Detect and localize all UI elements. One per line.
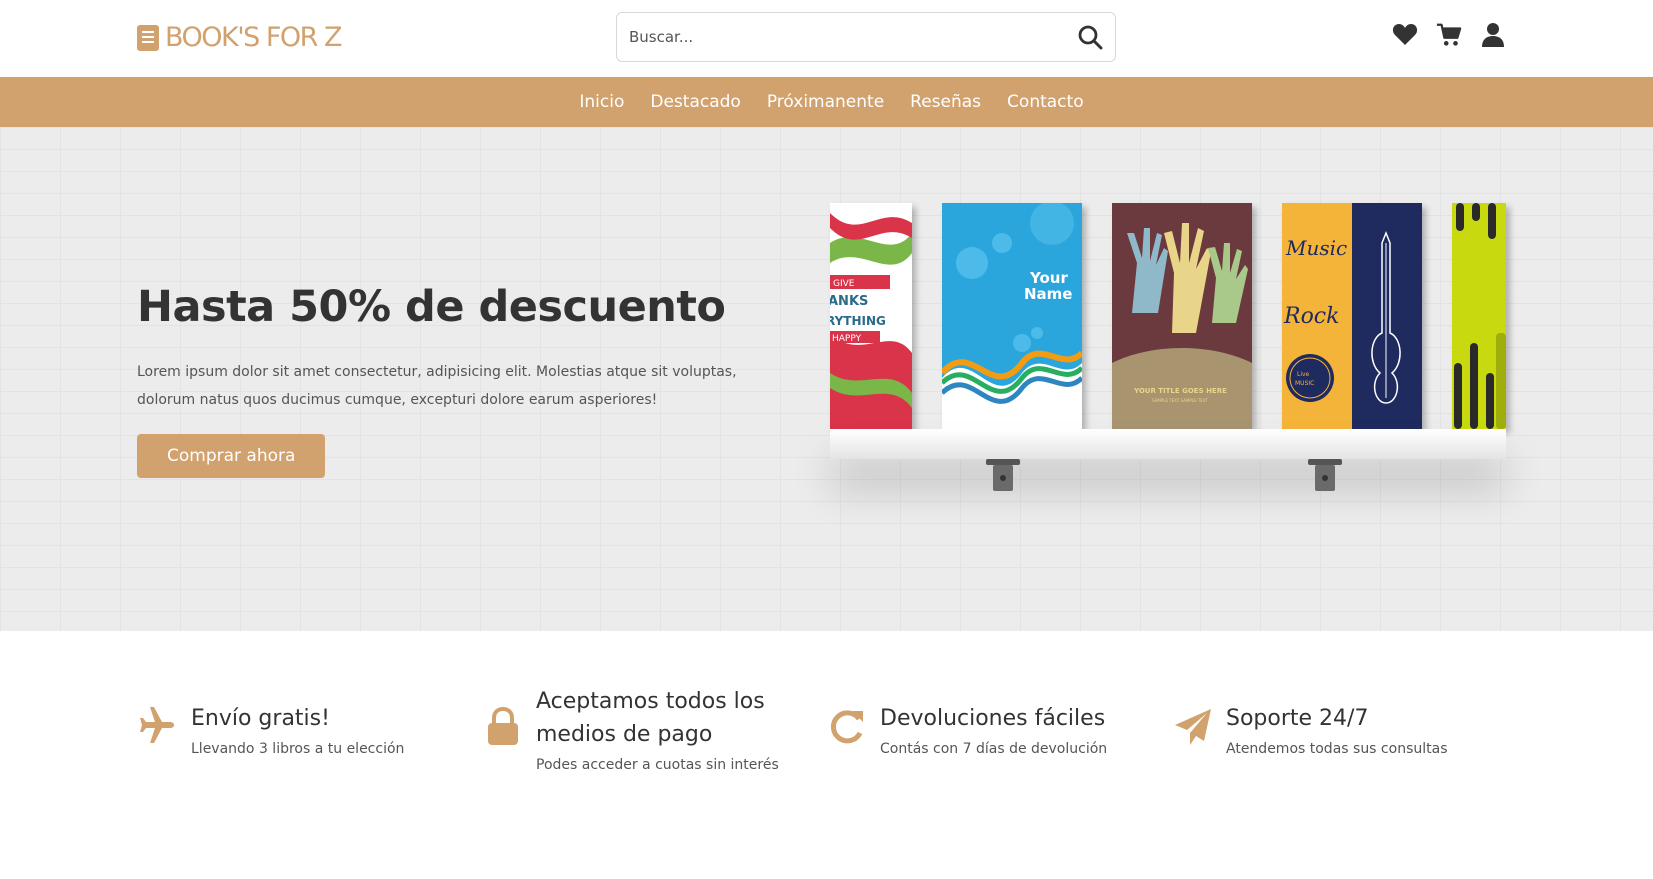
nav-item-resenas[interactable]: Reseñas [910, 92, 981, 112]
feature-text: Devoluciones fáciles Contás con 7 días d… [880, 702, 1107, 757]
feature-payment: Aceptamos todos los medios de pago Podes… [482, 689, 806, 773]
book-cover[interactable]: Music Rock Live MUSIC [1282, 203, 1422, 429]
main-nav: Inicio Destacado Próximanente Reseñas Co… [0, 77, 1653, 127]
svg-text:Name: Name [1024, 285, 1072, 303]
book-icon [137, 24, 159, 51]
hero-description: Lorem ipsum dolor sit amet consectetur, … [137, 364, 737, 408]
nav-item-destacado[interactable]: Destacado [650, 92, 740, 112]
header: BOOK'S FOR Z [0, 0, 1653, 77]
shelf-board [830, 429, 1506, 459]
user-icon[interactable] [1480, 22, 1506, 48]
feature-subtitle: Contás con 7 días de devolución [880, 741, 1108, 757]
plane-icon [137, 707, 179, 747]
hero-title: Hasta 50% de descuento [137, 282, 726, 332]
svg-text:MUSIC: MUSIC [1295, 380, 1314, 387]
feature-title: Aceptamos todos los medios de pago [536, 689, 765, 747]
svg-text:Live: Live [1297, 371, 1310, 378]
hero-content: Hasta 50% de descuento Lorem ipsum dolor… [137, 282, 797, 478]
nav-item-contacto[interactable]: Contacto [1007, 92, 1084, 112]
feature-title: Envío gratis! [191, 706, 330, 731]
header-icons [1392, 22, 1506, 48]
book-shelf: GIVE ANKS RYTHING HAPPY Your Name YOUR T… [830, 203, 1506, 553]
nav-item-proximamente[interactable]: Próximanente [767, 92, 884, 112]
lock-icon [482, 707, 524, 747]
search-icon[interactable] [1065, 13, 1115, 61]
feature-title: Devoluciones fáciles [880, 706, 1106, 731]
svg-text:YOUR TITLE GOES HERE: YOUR TITLE GOES HERE [1133, 387, 1227, 395]
shelf-bracket [986, 459, 1020, 491]
book-cover[interactable]: Your Name [942, 203, 1082, 429]
feature-title: Soporte 24/7 [1226, 706, 1369, 731]
feature-subtitle: Atendemos todas sus consultas [1226, 741, 1448, 757]
svg-text:SAMPLE TEXT SAMPLE TEXT: SAMPLE TEXT SAMPLE TEXT [1152, 398, 1208, 403]
feature-returns: Devoluciones fáciles Contás con 7 días d… [826, 706, 1107, 757]
cart-icon[interactable] [1436, 22, 1462, 48]
book-cover[interactable]: GIVE ANKS RYTHING HAPPY [830, 203, 912, 429]
svg-text:ANKS: ANKS [830, 294, 868, 309]
logo[interactable]: BOOK'S FOR Z [137, 22, 343, 53]
feature-subtitle: Llevando 3 libros a tu elección [191, 741, 405, 757]
feature-free-shipping: Envío gratis! Llevando 3 libros a tu ele… [137, 706, 404, 757]
svg-text:RYTHING: RYTHING [830, 314, 886, 328]
hero-banner: Hasta 50% de descuento Lorem ipsum dolor… [0, 127, 1653, 631]
shelf-bracket [1308, 459, 1342, 491]
feature-text: Aceptamos todos los medios de pago Podes… [536, 685, 806, 773]
feature-subtitle: Podes acceder a cuotas sin interés [536, 757, 779, 773]
buy-now-button[interactable]: Comprar ahora [137, 434, 326, 478]
svg-text:Music: Music [1285, 236, 1347, 260]
feature-text: Envío gratis! Llevando 3 libros a tu ele… [191, 702, 404, 757]
paper-plane-icon [1172, 707, 1214, 747]
logo-text: BOOK'S FOR Z [165, 22, 343, 53]
feature-support: Soporte 24/7 Atendemos todas sus consult… [1172, 706, 1447, 757]
book-cover[interactable]: YOUR TITLE GOES HERE SAMPLE TEXT SAMPLE … [1112, 203, 1252, 429]
book-cover[interactable] [1452, 203, 1506, 429]
nav-item-inicio[interactable]: Inicio [579, 92, 624, 112]
svg-text:HAPPY: HAPPY [832, 334, 862, 344]
feature-text: Soporte 24/7 Atendemos todas sus consult… [1226, 702, 1447, 757]
search-input[interactable] [617, 13, 1065, 61]
svg-text:GIVE: GIVE [833, 279, 855, 289]
redo-icon [826, 707, 868, 745]
search-box [616, 12, 1116, 62]
features-section: Envío gratis! Llevando 3 libros a tu ele… [0, 631, 1653, 879]
heart-icon[interactable] [1392, 22, 1418, 48]
